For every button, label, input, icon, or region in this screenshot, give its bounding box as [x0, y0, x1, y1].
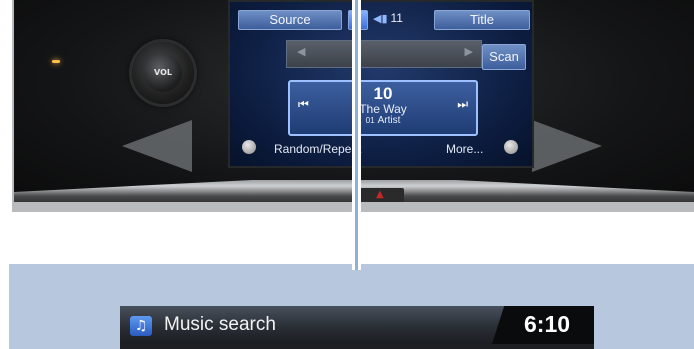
music-search-bar: ♫ Music search 6:10	[120, 306, 594, 349]
track-number: 10	[373, 84, 393, 103]
track-title: The Way	[359, 102, 407, 116]
clock-time: 6:10	[524, 311, 571, 337]
music-search-title: Music search	[164, 314, 276, 335]
indicator-light	[52, 60, 60, 63]
seek-bar[interactable]: ◀ ▶	[286, 40, 482, 68]
artist-name: Artist	[377, 115, 401, 126]
more-label: More...	[446, 142, 484, 156]
volume-value: 11	[390, 11, 403, 25]
title-button[interactable]: Title	[434, 10, 530, 30]
speaker-icon: ◀▮	[373, 13, 388, 25]
source-button[interactable]: Source	[238, 10, 342, 30]
hazard-icon: ▲	[376, 189, 384, 200]
seek-right-icon: ▶	[464, 45, 473, 58]
volume-readout: ◀▮ 11	[373, 11, 403, 25]
track-artist: 01 Artist	[290, 115, 476, 126]
volume-knob-label: VOL	[154, 68, 172, 77]
more-knob[interactable]	[504, 140, 518, 154]
hazard-button[interactable]: ▲	[360, 188, 404, 202]
scan-button[interactable]: Scan	[482, 44, 526, 70]
volume-knob-face: VOL	[144, 54, 182, 92]
track-info: ⏮ 10 The Way 01 Artist ⏭	[288, 80, 478, 136]
skip-forward-icon[interactable]: ⏭	[457, 97, 468, 112]
audio-display: Source ◀▮ 11 Title ◀ ▶ Scan ⏮ 10 The Way …	[228, 0, 534, 168]
callout-line	[355, 0, 358, 270]
right-trim-reflection	[532, 120, 602, 172]
seek-left-icon: ◀	[297, 45, 306, 58]
random-repeat-label: Random/Repeat	[274, 142, 362, 156]
volume-knob[interactable]: VOL	[132, 42, 194, 104]
music-search-header: ♫ Music search 6:10	[120, 306, 594, 344]
artist-prefix: 01	[365, 116, 375, 125]
callout-connector	[352, 0, 361, 270]
music-note-icon: ♫	[130, 316, 152, 336]
left-trim-reflection	[122, 120, 192, 172]
random-repeat-knob[interactable]	[242, 140, 256, 154]
